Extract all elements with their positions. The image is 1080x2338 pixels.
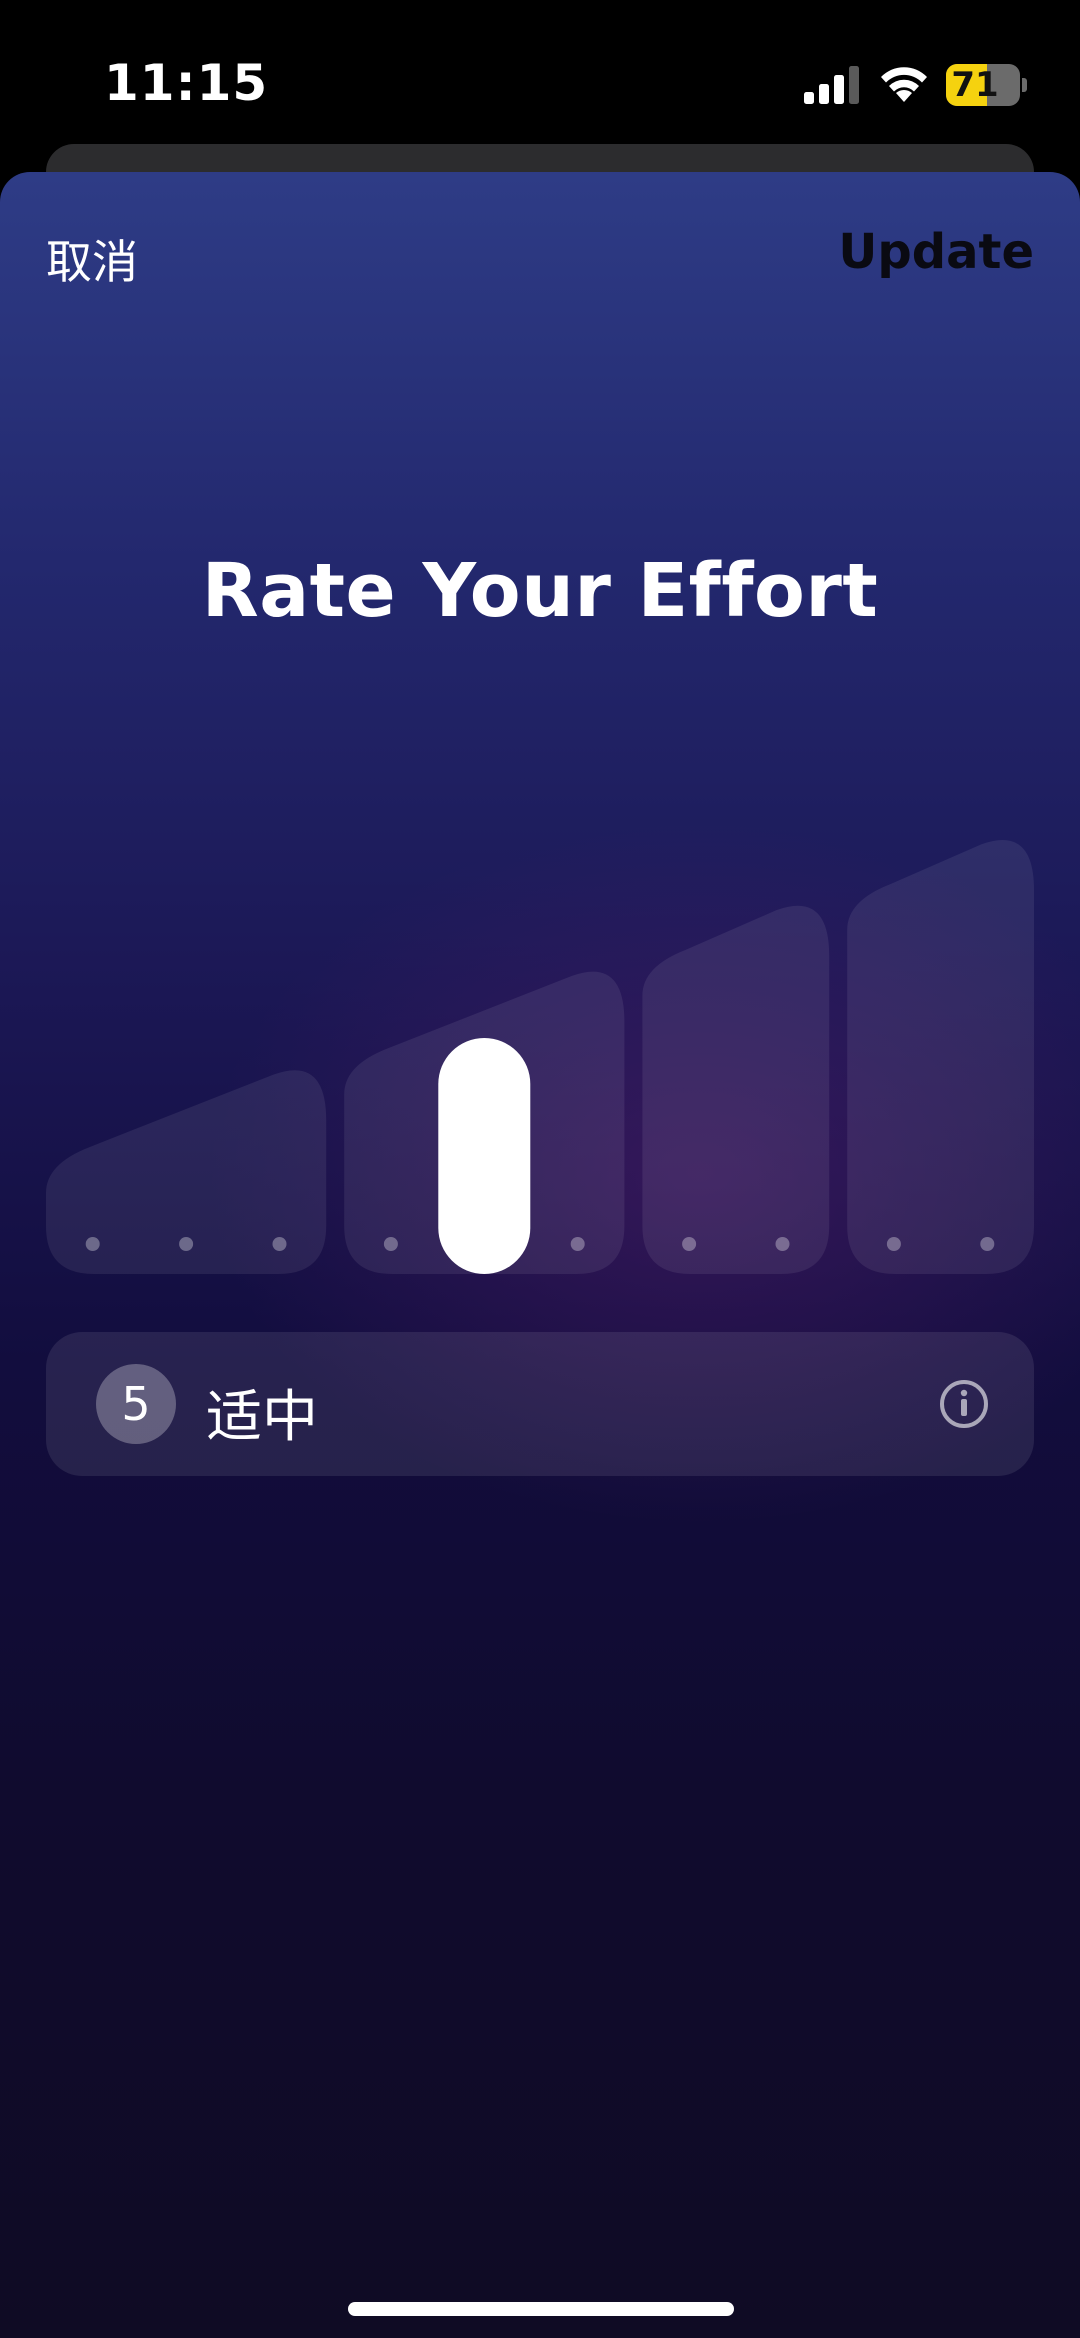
rating-number-badge: 5 [96, 1364, 176, 1444]
effort-level-dot-10[interactable] [980, 1237, 995, 1251]
cellular-signal-icon [804, 66, 859, 104]
effort-level-dot-7[interactable] [682, 1237, 697, 1251]
info-circle-icon[interactable] [938, 1378, 990, 1430]
effort-level-dot-4[interactable] [383, 1237, 398, 1251]
effort-rating-row[interactable]: 5 适中 [46, 1332, 1034, 1476]
effort-level-dot-6[interactable] [570, 1237, 585, 1251]
rating-label: 适中 [206, 1385, 318, 1450]
battery-indicator: 71 [946, 64, 1020, 106]
effort-level-dot-8[interactable] [775, 1237, 790, 1251]
effort-slider-thumb[interactable] [438, 1038, 531, 1274]
battery-percentage: 71 [951, 65, 999, 105]
effort-scale-slider[interactable] [0, 172, 1080, 1292]
effort-group-4[interactable] [847, 840, 1034, 1274]
effort-level-dot-2[interactable] [179, 1237, 194, 1251]
effort-level-dot-9[interactable] [886, 1237, 901, 1251]
effort-sheet: 取消 Update Rate Your Effort 5 适中 [0, 172, 1080, 2338]
effort-level-dot-3[interactable] [272, 1237, 287, 1251]
screen: 11:15 71 取消 Update Rate Your Effort 5 适中 [0, 0, 1080, 2338]
wifi-icon [881, 67, 927, 102]
status-bar: 11:15 71 [0, 0, 1080, 150]
status-time: 11:15 [104, 54, 269, 112]
effort-group-3[interactable] [642, 905, 830, 1274]
home-indicator[interactable] [348, 2302, 734, 2316]
battery-cap [1022, 78, 1027, 92]
effort-level-dot-1[interactable] [85, 1237, 100, 1251]
